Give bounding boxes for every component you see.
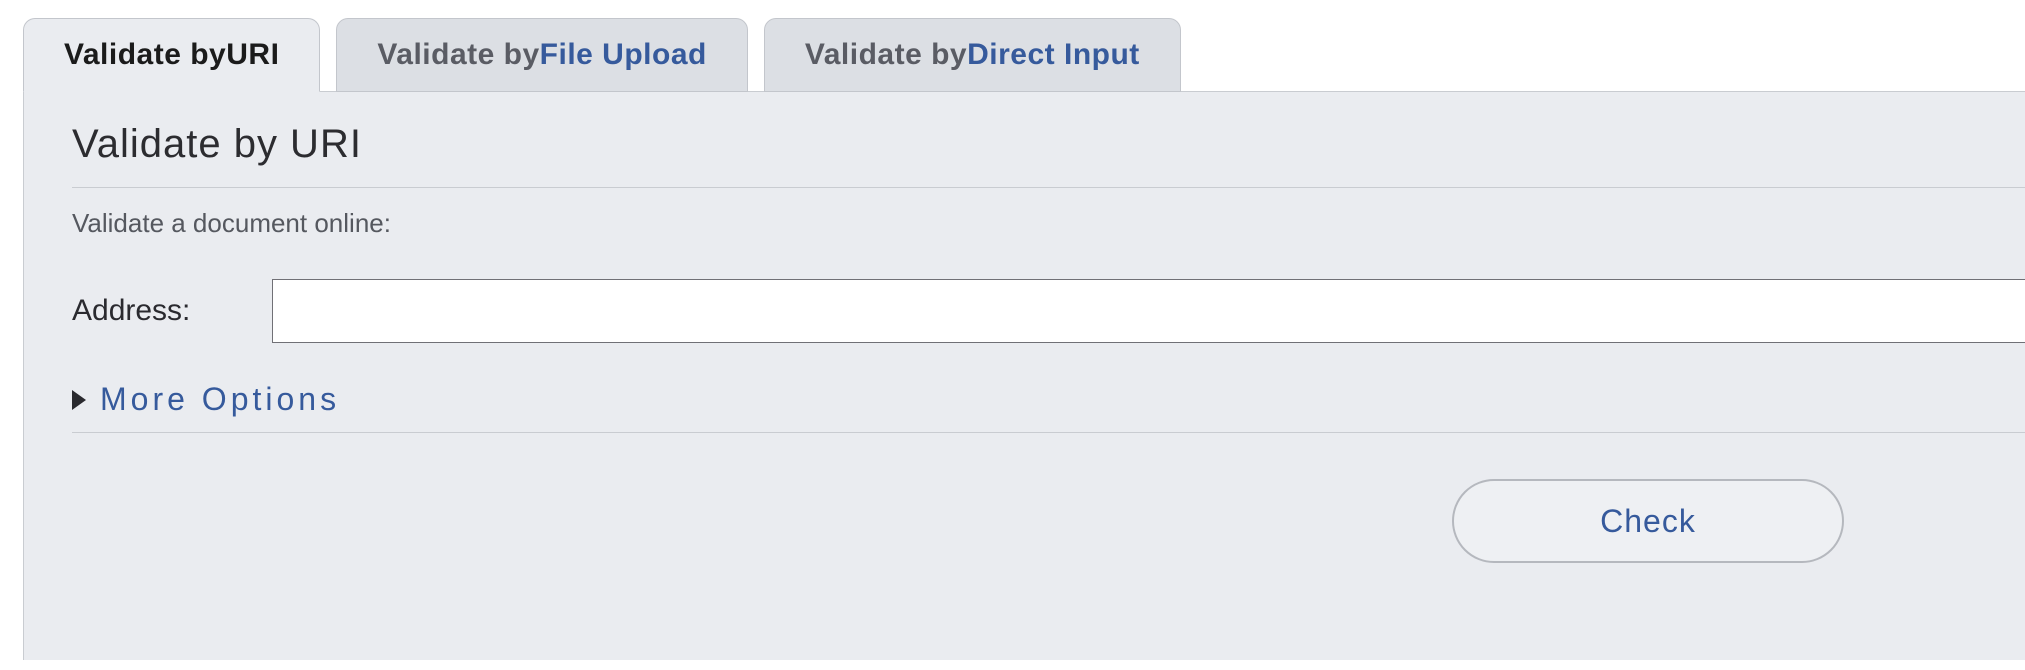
tab-validate-by-file-upload[interactable]: Validate by File Upload xyxy=(336,18,747,92)
content-panel: Validate by URI Validate a document onli… xyxy=(23,91,2025,660)
tab-label-prefix: Validate by xyxy=(64,38,226,72)
tab-validate-by-direct-input[interactable]: Validate by Direct Input xyxy=(764,18,1181,92)
tab-label-prefix: Validate by xyxy=(805,38,967,72)
tab-label-accent: Direct Input xyxy=(967,38,1140,72)
check-button[interactable]: Check xyxy=(1452,479,1844,563)
tab-label-accent: File Upload xyxy=(540,38,707,72)
more-options-toggle[interactable]: More Options xyxy=(72,381,340,418)
tabs: Validate by URI Validate by File Upload … xyxy=(23,18,1181,92)
divider xyxy=(72,187,2025,188)
panel-heading: Validate by URI xyxy=(72,122,2025,167)
tab-label-accent: URI xyxy=(226,38,279,72)
triangle-right-icon xyxy=(72,390,86,410)
tab-validate-by-uri[interactable]: Validate by URI xyxy=(23,18,320,92)
address-row: Address: xyxy=(72,279,2025,343)
panel-subtitle: Validate a document online: xyxy=(72,208,2025,239)
address-input[interactable] xyxy=(272,279,2025,343)
address-label: Address: xyxy=(72,294,272,328)
more-options-label: More Options xyxy=(100,381,340,418)
divider xyxy=(72,432,2025,433)
tab-label-prefix: Validate by xyxy=(377,38,539,72)
